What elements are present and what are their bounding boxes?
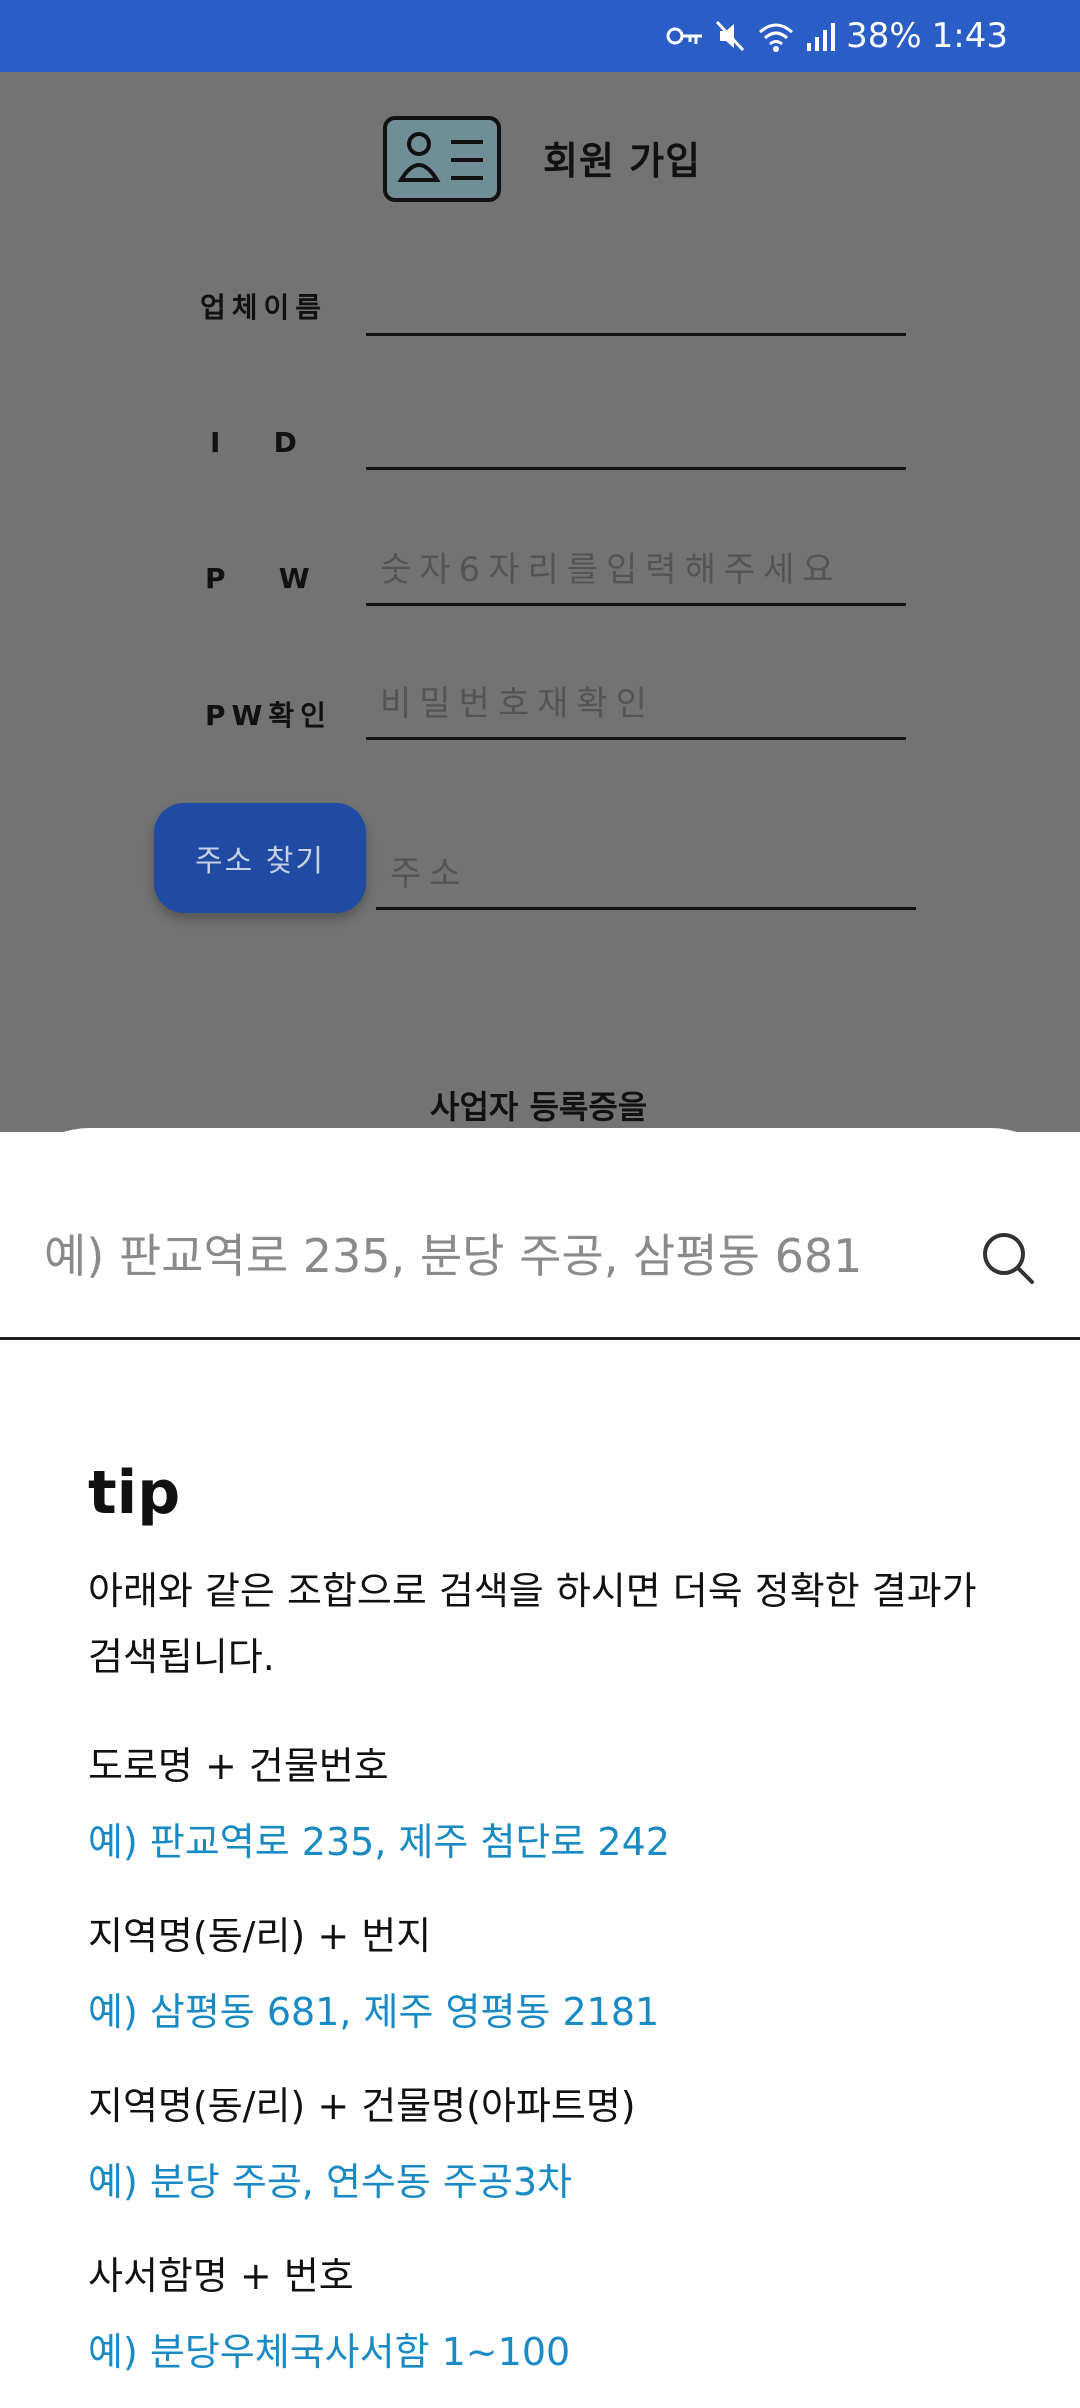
id-field[interactable]: [366, 412, 906, 470]
tip-example: 예) 삼평동 681, 제주 영평동 2181: [88, 1990, 660, 2034]
status-bar: 38% 1:43: [0, 0, 1080, 72]
vpn-key-icon: [666, 27, 703, 45]
tip-item: 도로명 + 건물번호 예) 판교역로 235, 제주 첨단로 242: [88, 1728, 1038, 1880]
tip-list: 도로명 + 건물번호 예) 판교역로 235, 제주 첨단로 242 지역명(동…: [88, 1728, 1038, 2408]
tip-head: 지역명(동/리) + 번지: [88, 1914, 432, 1958]
password-label: P W: [205, 562, 316, 595]
password-confirm-placeholder: 비밀번호재확인: [380, 684, 655, 724]
find-address-button[interactable]: 주소 찾기: [154, 803, 366, 913]
id-card-icon: [383, 116, 501, 202]
address-field[interactable]: 주소: [376, 852, 916, 910]
company-name-label: 업체이름: [200, 291, 328, 324]
password-field[interactable]: 숫자6자리를입력해주세요: [366, 548, 906, 606]
wifi-icon: [759, 23, 794, 52]
company-name-field[interactable]: [366, 278, 906, 336]
password-confirm-field[interactable]: 비밀번호재확인: [366, 682, 906, 740]
business-registration-note: 사업자 등록증을: [430, 1088, 648, 1126]
clock: 1:43: [931, 16, 1008, 56]
password-placeholder: 숫자6자리를입력해주세요: [380, 550, 842, 590]
password-confirm-label: PW확인: [205, 699, 332, 732]
tip-title: tip: [88, 1458, 181, 1528]
page-title: 회원 가입: [543, 139, 702, 183]
tip-head: 사서함명 + 번호: [88, 2254, 354, 2298]
tip-example: 예) 판교역로 235, 제주 첨단로 242: [88, 1820, 670, 1864]
search-bar: [0, 1188, 1080, 1340]
tip-description: 아래와 같은 조합으로 검색을 하시면 더욱 정확한 결과가 검색됩니다.: [88, 1569, 977, 1679]
tip-head: 지역명(동/리) + 건물명(아파트명): [88, 2084, 636, 2128]
search-icon[interactable]: [978, 1228, 1038, 1288]
status-icons: 38% 1:43: [666, 16, 1008, 56]
address-search-input[interactable]: [44, 1216, 890, 1296]
tip-item: 지역명(동/리) + 번지 예) 삼평동 681, 제주 영평동 2181: [88, 1898, 1038, 2050]
address-search-sheet: tip 아래와 같은 조합으로 검색을 하시면 더욱 정확한 결과가 검색됩니다…: [0, 1128, 1080, 2400]
mute-icon: [715, 20, 745, 52]
signup-form-overlay: 회원 가입 업체이름 I D P W 숫자6자리를입력해주세요 PW확인 비밀번…: [0, 72, 1080, 1132]
tip-example: 예) 분당우체국사서함 1~100: [88, 2330, 571, 2374]
tip-example: 예) 분당 주공, 연수동 주공3차: [88, 2160, 572, 2204]
tip-item: 사서함명 + 번호 예) 분당우체국사서함 1~100: [88, 2238, 1038, 2390]
signal-icon: [807, 23, 836, 51]
tip-item: 지역명(동/리) + 건물명(아파트명) 예) 분당 주공, 연수동 주공3차: [88, 2068, 1038, 2220]
tip-head: 도로명 + 건물번호: [88, 1744, 389, 1788]
id-label: I D: [210, 426, 303, 459]
address-placeholder: 주소: [390, 854, 469, 894]
battery-level: 38%: [846, 16, 922, 56]
